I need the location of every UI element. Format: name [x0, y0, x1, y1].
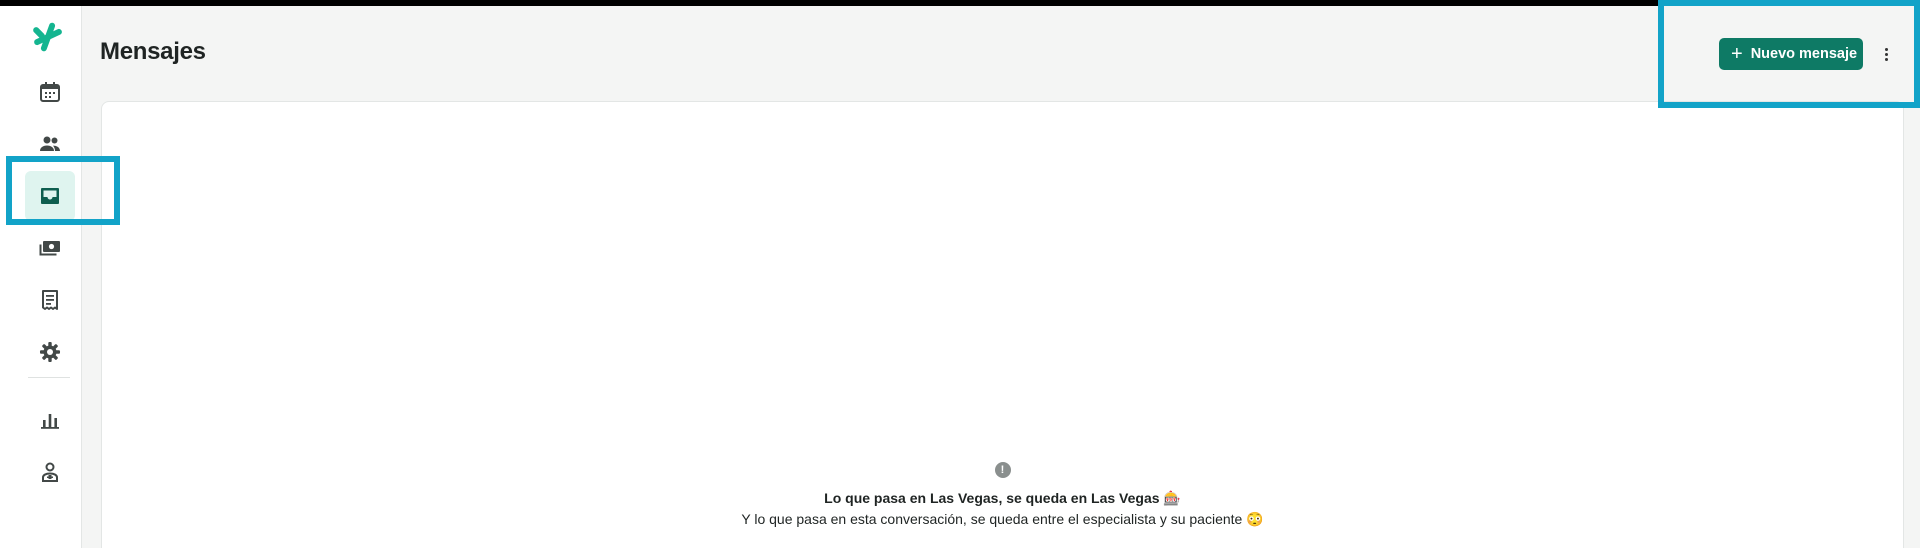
empty-state-subtitle: Y lo que pasa en esta conversación, se q…	[741, 511, 1264, 527]
sidebar-item-statistics[interactable]	[25, 395, 75, 445]
sidebar-item-receipts[interactable]	[25, 275, 75, 325]
sidebar-item-payments[interactable]	[25, 223, 75, 273]
gear-icon	[40, 342, 60, 362]
app-window: Mensajes + Nuevo mensaje ! Lo que pasa e…	[0, 6, 1920, 548]
logo-icon[interactable]	[30, 20, 66, 54]
empty-state-title: Lo que pasa en Las Vegas, se queda en La…	[824, 490, 1181, 506]
empty-state: ! Lo que pasa en Las Vegas, se queda en …	[101, 462, 1904, 528]
sidebar-divider	[28, 377, 70, 378]
receipt-icon	[42, 290, 58, 310]
info-icon: !	[994, 462, 1011, 478]
bar-chart-icon	[41, 414, 59, 429]
highlight-box-header-actions	[1658, 0, 1920, 108]
sidebar-item-settings[interactable]	[25, 327, 75, 377]
patients-icon	[40, 136, 60, 151]
sidebar	[0, 6, 82, 548]
payments-icon	[39, 241, 60, 256]
specialist-icon	[42, 462, 58, 482]
calendar-icon	[40, 82, 60, 102]
highlight-box-inbox	[6, 156, 120, 225]
sidebar-item-specialist[interactable]	[25, 447, 75, 497]
sidebar-item-calendar[interactable]	[25, 67, 75, 117]
page-title: Mensajes	[100, 38, 206, 65]
